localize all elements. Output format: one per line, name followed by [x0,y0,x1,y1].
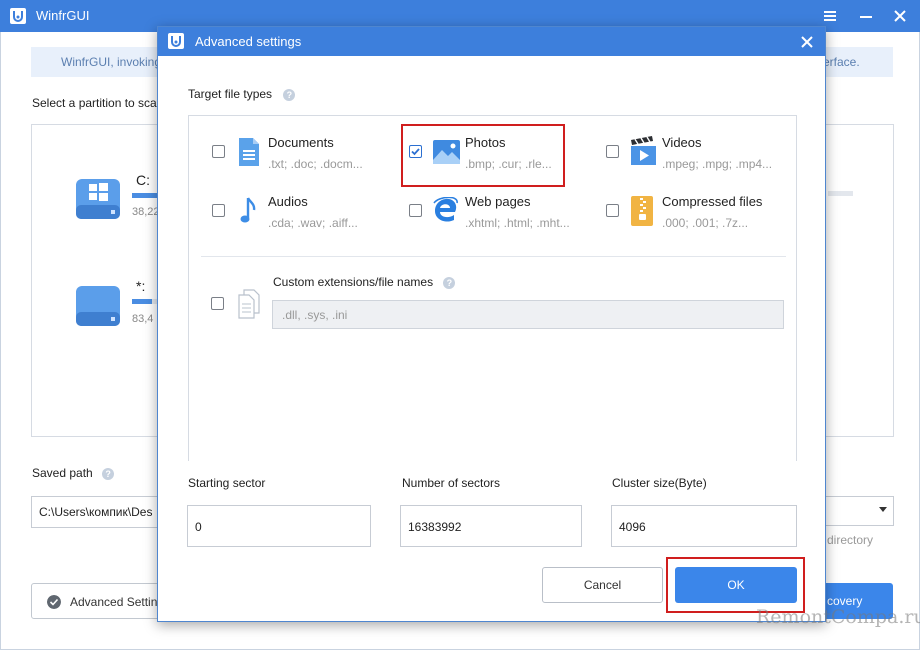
number-of-sectors-input[interactable]: 16383992 [400,505,582,547]
help-icon[interactable]: ? [443,276,456,289]
audios-ext: .cda; .wav; .aiff... [268,216,358,230]
starting-sector-input[interactable]: 0 [187,505,371,547]
files-icon [238,289,260,319]
app-title: WinfrGUI [36,8,90,23]
panel-divider [201,256,786,257]
web-pages-ext: .xhtml; .html; .mht... [465,216,570,230]
dialog-titlebar: Advanced settings [158,27,825,56]
directory-hint: directory [827,533,874,547]
document-icon [239,138,259,166]
photos-highlight-box [401,124,565,187]
cluster-size-input[interactable]: 4096 [611,505,797,547]
help-icon[interactable]: ? [102,467,115,480]
videos-checkbox[interactable] [606,145,619,158]
minimize-icon[interactable] [856,6,876,26]
directory-dropdown[interactable] [821,496,894,526]
compressed-files-checkbox[interactable] [606,204,619,217]
file-types-panel: Documents .txt; .doc; .docm... Photos .b… [188,115,797,461]
video-icon [631,136,656,165]
web-browser-icon [433,197,458,222]
advanced-settings-button[interactable]: Advanced Settin [31,583,171,619]
select-partition-label: Select a partition to sca [32,96,157,110]
windows-drive-icon [76,179,120,219]
compressed-files-ext: .000; .001; .7z... [662,216,749,230]
saved-path-input[interactable]: C:\Users\компик\Des [31,496,171,528]
watermark: RemontCompa.ru [756,606,920,628]
advanced-settings-dialog: Advanced settings Target file types ? Do… [157,26,826,622]
check-circle-icon [47,595,61,609]
cancel-button[interactable]: Cancel [542,567,663,603]
banner-text-right: erface. [823,55,860,69]
videos-name: Videos [662,135,702,150]
drive-icon [76,286,120,326]
starting-sector-label: Starting sector [188,476,266,490]
custom-extensions-input[interactable]: .dll, .sys, .ini [272,300,784,329]
app-logo-icon [10,8,26,24]
app-logo-icon [168,33,184,49]
web-pages-name: Web pages [465,194,531,209]
custom-extensions-label: Custom extensions/file names ? [273,275,456,289]
audios-name: Audios [268,194,308,209]
close-icon[interactable] [890,6,910,26]
dialog-title: Advanced settings [195,34,302,49]
ok-highlight-box [666,557,805,613]
music-note-icon [240,197,256,223]
help-icon[interactable]: ? [283,88,296,101]
advanced-settings-label: Advanced Settin [70,595,158,609]
partition-size: 38,22 [132,206,160,218]
web-pages-checkbox[interactable] [409,204,422,217]
partition-name: *: [136,278,146,294]
dialog-close-icon[interactable] [798,33,816,51]
videos-ext: .mpeg; .mpg; .mp4... [662,157,773,171]
archive-icon [631,196,653,226]
partition-size: 83,4 [132,313,154,325]
chevron-down-icon [879,507,887,512]
documents-ext: .txt; .doc; .docm... [268,157,363,171]
menu-icon[interactable] [820,6,840,26]
documents-checkbox[interactable] [212,145,225,158]
target-file-types-label: Target file types ? [188,87,296,101]
partition-name: C: [136,172,150,188]
cluster-size-label: Cluster size(Byte) [612,476,707,490]
custom-extensions-checkbox[interactable] [211,297,224,310]
partition-usage-bar-right [828,191,853,196]
audios-checkbox[interactable] [212,204,225,217]
banner-text-left: WinfrGUI, invoking [61,55,162,69]
number-of-sectors-label: Number of sectors [402,476,501,490]
compressed-files-name: Compressed files [662,194,763,209]
saved-path-label: Saved path ? [32,466,115,480]
documents-name: Documents [268,135,334,150]
